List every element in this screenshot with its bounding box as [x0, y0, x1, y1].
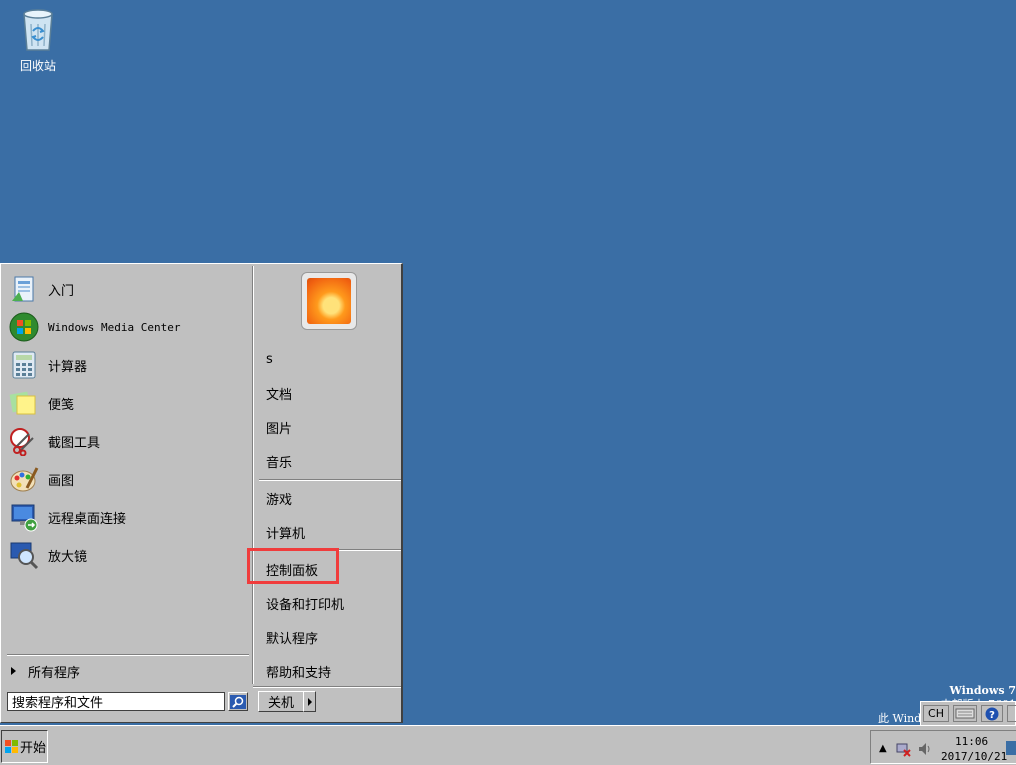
program-item-magnifier[interactable]: 放大镜: [9, 537, 249, 573]
shutdown-options-button[interactable]: [303, 691, 316, 712]
expand-arrow-icon: [11, 667, 16, 675]
windows-media-center-icon: [9, 312, 39, 342]
menu-item-computer[interactable]: 计算机: [266, 523, 305, 542]
menu-item-pictures[interactable]: 图片: [266, 418, 292, 437]
flower-avatar-icon: [307, 278, 351, 324]
menu-item-user[interactable]: s: [266, 352, 273, 367]
network-icon[interactable]: [895, 741, 911, 757]
taskbar: 开始 ▲ 11:06 2017/10/21: [0, 725, 1016, 765]
clock-date[interactable]: 2017/10/21: [941, 750, 1007, 763]
menu-item-devices-printers[interactable]: 设备和打印机: [266, 594, 344, 613]
keyboard-icon: [955, 708, 975, 719]
program-item-sticky-notes[interactable]: 便笺: [9, 385, 249, 421]
programs-pane: 入门 Windows Media Center 计算器 便笺 截图工具 画图 远…: [3, 266, 251, 654]
program-label: 计算器: [48, 359, 88, 375]
all-programs-label: 所有程序: [28, 665, 81, 681]
windows-logo-icon: [5, 739, 18, 753]
program-label: 截图工具: [48, 435, 101, 451]
keyboard-button[interactable]: [953, 705, 977, 722]
start-label: 开始: [20, 741, 47, 756]
chevron-right-icon: [307, 697, 312, 706]
language-indicator[interactable]: CH: [923, 705, 949, 722]
program-item-paint[interactable]: 画图: [9, 461, 249, 497]
program-label: Windows Media Center: [48, 320, 181, 334]
program-item-getting-started[interactable]: 入门: [9, 271, 249, 307]
recycle-bin[interactable]: 回收站: [10, 6, 66, 74]
notification-area: ▲ 11:06 2017/10/21: [870, 730, 1016, 764]
menu-item-music[interactable]: 音乐: [266, 452, 292, 471]
control-panel-highlight: [247, 548, 339, 584]
magnifier-icon: [10, 542, 39, 570]
help-icon: ?: [985, 707, 999, 721]
search-placeholder: 搜索程序和文件: [12, 696, 104, 711]
program-label: 便笺: [48, 397, 75, 413]
program-item-remote-desktop[interactable]: 远程桌面连接: [9, 499, 249, 535]
shutdown-button[interactable]: 关机: [258, 691, 304, 712]
language-bar-options-button[interactable]: [1007, 705, 1016, 722]
menu-item-documents[interactable]: 文档: [266, 384, 292, 403]
menu-item-help-support[interactable]: 帮助和支持: [266, 662, 331, 681]
search-input[interactable]: 搜索程序和文件: [7, 692, 225, 711]
start-menu: 入门 Windows Media Center 计算器 便笺 截图工具 画图 远…: [0, 263, 403, 723]
remote-desktop-icon: [11, 504, 38, 532]
program-item-calculator[interactable]: 计算器: [9, 347, 249, 383]
calculator-icon: [12, 351, 36, 379]
program-label: 入门: [48, 283, 75, 299]
show-desktop-button[interactable]: [1006, 741, 1016, 755]
volume-icon[interactable]: [917, 741, 933, 757]
clock-time[interactable]: 11:06: [955, 735, 988, 748]
program-label: 放大镜: [48, 549, 88, 565]
show-hidden-icons-button[interactable]: ▲: [879, 743, 887, 754]
left-pane-separator: [7, 654, 249, 656]
snipping-tool-icon: [10, 428, 34, 456]
program-item-windows-media-center[interactable]: Windows Media Center: [9, 309, 249, 345]
right-separator: [259, 479, 401, 481]
help-button[interactable]: ?: [981, 705, 1003, 722]
svg-text:?: ?: [989, 710, 995, 721]
getting-started-icon: [12, 276, 34, 302]
menu-item-default-programs[interactable]: 默认程序: [266, 628, 318, 647]
language-bar: CH ?: [920, 701, 1016, 725]
search-button[interactable]: [228, 692, 248, 711]
all-programs-button[interactable]: 所有程序: [7, 660, 249, 682]
program-label: 画图: [48, 473, 75, 489]
start-button[interactable]: 开始: [1, 730, 48, 763]
program-label: 远程桌面连接: [48, 511, 127, 527]
user-picture[interactable]: [301, 272, 357, 330]
program-item-snipping-tool[interactable]: 截图工具: [9, 423, 249, 459]
recycle-bin-icon: [23, 9, 53, 51]
sticky-notes-icon: [9, 391, 36, 415]
search-icon: [230, 694, 246, 709]
bottom-separator: [253, 686, 401, 688]
pane-divider: [252, 266, 254, 684]
paint-icon: [10, 467, 39, 492]
menu-item-games[interactable]: 游戏: [266, 489, 292, 508]
recycle-bin-label: 回收站: [19, 59, 56, 73]
